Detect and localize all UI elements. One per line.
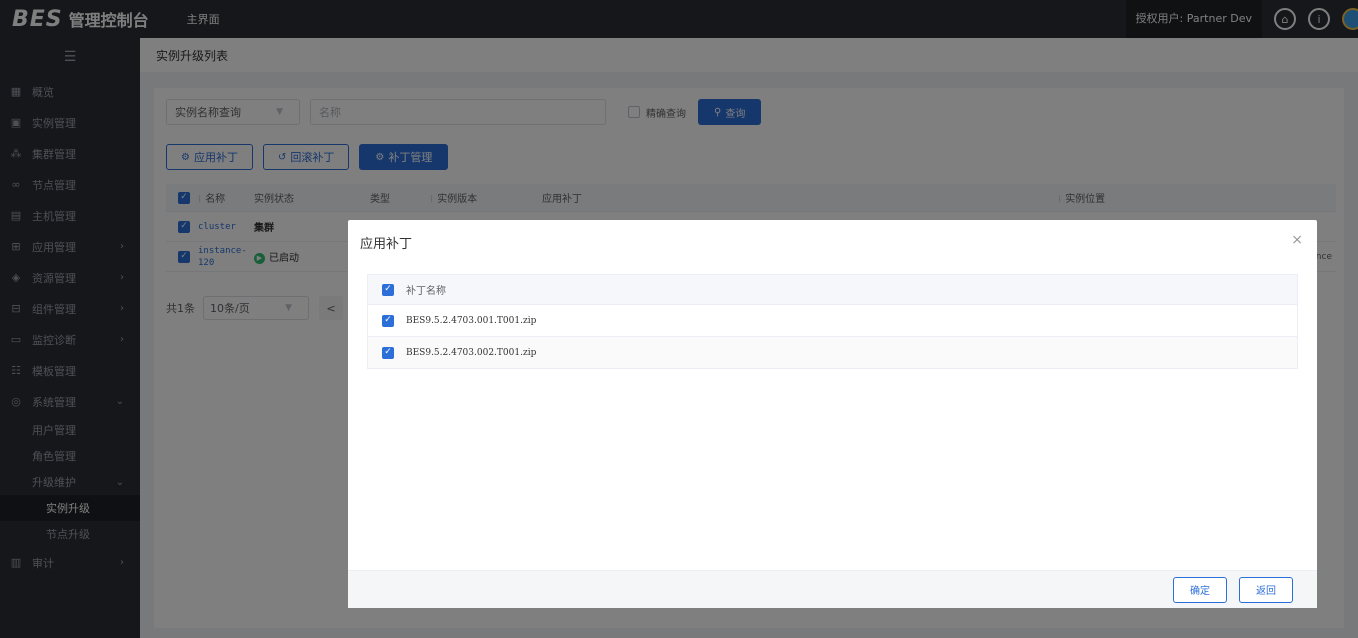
- patch-row[interactable]: ✓ BES9.5.2.4703.002.T001.zip: [367, 337, 1298, 369]
- dialog-footer: 确定 返回: [348, 570, 1317, 608]
- select-all-patches-checkbox[interactable]: ✓: [382, 283, 394, 296]
- apply-patch-dialog: 应用补丁 × ✓ 补丁名称 ✓ BES9.5.2.4703.001.T001.z…: [348, 220, 1317, 608]
- patch-checkbox[interactable]: ✓: [382, 346, 394, 359]
- confirm-button[interactable]: 确定: [1173, 576, 1227, 603]
- patch-row[interactable]: ✓ BES9.5.2.4703.001.T001.zip: [367, 305, 1298, 337]
- dialog-header: 应用补丁 ×: [348, 220, 1317, 264]
- patch-table-header: ✓ 补丁名称: [367, 274, 1298, 305]
- patch-checkbox[interactable]: ✓: [382, 314, 394, 327]
- dialog-title: 应用补丁: [360, 236, 413, 252]
- patch-name: BES9.5.2.4703.002.T001.zip: [406, 347, 537, 358]
- patch-name: BES9.5.2.4703.001.T001.zip: [406, 315, 537, 326]
- column-header-patch-name: 补丁名称: [406, 286, 446, 297]
- back-button[interactable]: 返回: [1239, 576, 1293, 603]
- patch-table: ✓ 补丁名称 ✓ BES9.5.2.4703.001.T001.zip ✓ BE…: [367, 274, 1298, 369]
- close-icon[interactable]: ×: [1291, 232, 1303, 248]
